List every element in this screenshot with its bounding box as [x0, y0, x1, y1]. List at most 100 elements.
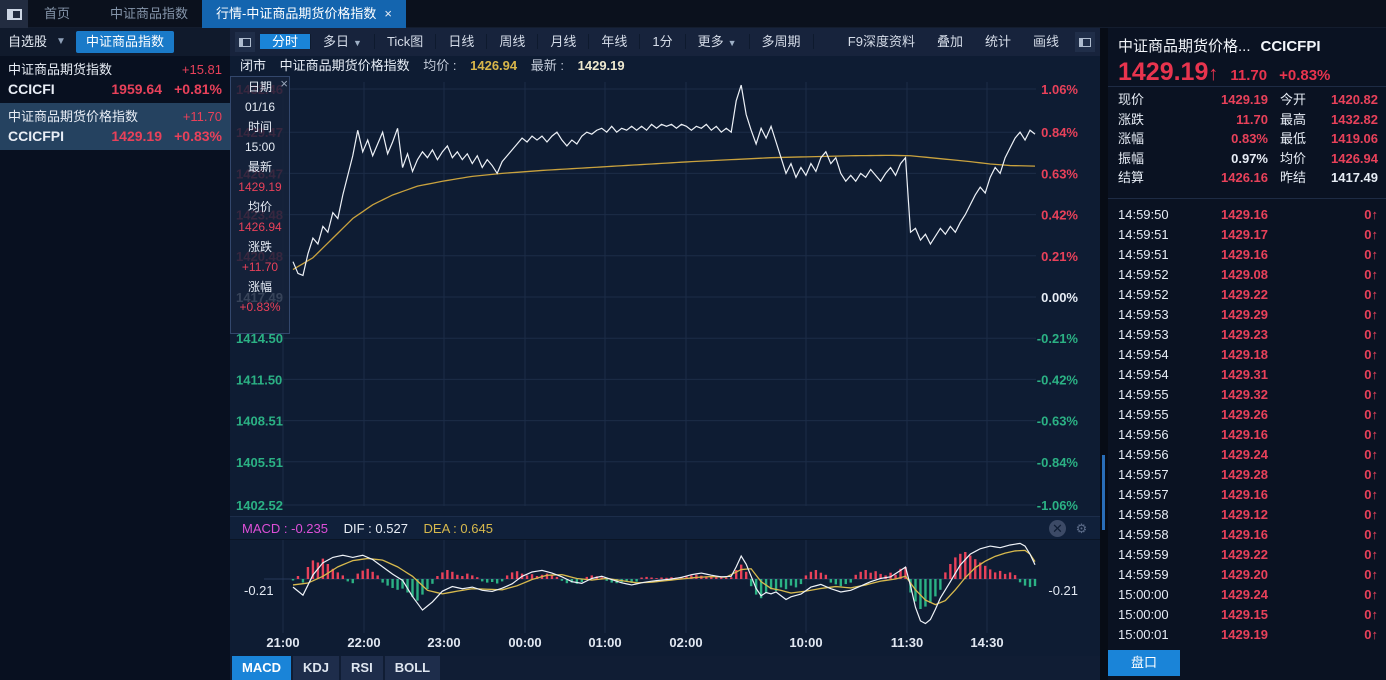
trade-time: 14:59:52 — [1118, 267, 1169, 282]
price-chart-svg[interactable]: 1432.461.06%1429.470.84%1426.470.63%1423… — [230, 76, 1100, 512]
trade-time: 14:59:58 — [1118, 507, 1169, 522]
time-tick: 22:00 — [347, 635, 381, 650]
chevron-down-icon: ▼ — [353, 37, 362, 48]
macd-histogram-bar — [296, 576, 300, 579]
macd-histogram-bar — [481, 579, 484, 582]
macd-histogram-bar — [585, 576, 589, 579]
toolbar-更多[interactable]: 更多 ▼ — [685, 33, 750, 49]
up-arrow-icon: ↑ — [1371, 307, 1379, 322]
watchlist-item-CCICFPI[interactable]: 中证商品期货价格指数 +11.70 CCICFPI 1429.19 +0.83% — [0, 103, 230, 150]
macd-histogram-bar — [939, 579, 942, 590]
macd-histogram-bar — [1003, 573, 1007, 579]
trade-row: 14:59:56 1429.24 0↑ — [1108, 445, 1386, 465]
time-and-sales-list[interactable]: 14:59:50 1429.16 0↑ 14:59:51 1429.17 0↑ 14:59:… — [1108, 205, 1386, 645]
macd-histogram-bar — [720, 577, 723, 579]
tooltip-close-icon[interactable]: × — [280, 76, 288, 91]
chevron-down-icon[interactable]: ▼ — [56, 28, 66, 56]
stat-label: 现价 — [1118, 92, 1145, 107]
collapse-left-icon[interactable] — [235, 32, 255, 52]
trade-row: 14:59:58 1429.16 0↑ — [1108, 525, 1386, 545]
chart-panel: 分时 多日 ▼ Tick图 日线 周线 月线 年线 1分 更多 ▼ 多周期 F9深度资料 叠加 统计 画线 … — [230, 28, 1100, 680]
trade-time: 14:59:57 — [1118, 467, 1169, 482]
toolbar-月线[interactable]: 月线 — [538, 33, 590, 49]
macd-histogram-bar — [500, 579, 504, 582]
macd-histogram-bar — [794, 579, 798, 588]
toolbar-多周期[interactable]: 多周期 — [749, 33, 814, 49]
collapse-right-icon[interactable] — [1075, 32, 1095, 52]
macd-histogram-bar — [386, 579, 389, 586]
macd-histogram-bar — [446, 570, 449, 579]
indicator-tab-MACD[interactable]: MACD — [232, 656, 291, 680]
trade-row: 14:59:55 1429.26 0↑ — [1108, 405, 1386, 425]
toolbar-周线[interactable]: 周线 — [487, 33, 539, 49]
trade-row: 14:59:57 1429.28 0↑ — [1108, 465, 1386, 485]
macd-histogram-bar — [984, 565, 987, 579]
up-arrow-icon: ↑ — [1371, 287, 1379, 302]
tab-close-icon[interactable]: × — [384, 6, 392, 21]
toolbar-日线[interactable]: 日线 — [436, 33, 488, 49]
tooltip-row: 时间 — [247, 120, 272, 134]
indicator-close-icon[interactable]: ✕ — [1049, 520, 1066, 537]
macd-histogram-bar — [461, 576, 464, 579]
toolbar-Tick图[interactable]: Tick图 — [374, 33, 437, 49]
tab-csi-commodity-index[interactable]: 中证商品指数 — [96, 0, 202, 28]
macd-histogram-bar — [560, 579, 564, 581]
trade-volume: 0↑ — [1364, 367, 1378, 382]
indicator-tabs: MACD KDJ RSI BOLL — [230, 656, 1100, 680]
toolbar-年线[interactable]: 年线 — [589, 33, 641, 49]
trade-row: 14:59:53 1429.23 0↑ — [1108, 325, 1386, 345]
toolbar-多日[interactable]: 多日 ▼ — [311, 33, 375, 49]
macd-chart-svg[interactable]: -0.21 -0.21 — [230, 540, 1100, 633]
tab-home[interactable]: 首页 — [30, 0, 84, 28]
trade-time: 14:59:55 — [1118, 407, 1169, 422]
tooltip-row: 涨幅 — [247, 280, 272, 294]
toolbar-分时[interactable]: 分时 — [260, 33, 312, 49]
macd-histogram-bar — [640, 577, 643, 579]
toolbar-F9深度资料[interactable]: F9深度资料 — [837, 34, 926, 49]
toolbar-画线[interactable]: 画线 — [1022, 34, 1070, 49]
market-status: 闭市 — [240, 58, 267, 73]
trade-price: 1429.22 — [1221, 287, 1268, 302]
scrollbar-thumb[interactable] — [1102, 455, 1105, 530]
panel-divider[interactable] — [1100, 28, 1108, 680]
toolbar-统计[interactable]: 统计 — [974, 34, 1022, 49]
macd-histogram-bar — [441, 572, 444, 579]
up-arrow-icon: ↑ — [1371, 347, 1379, 362]
up-arrow-icon: ↑ — [1371, 427, 1379, 442]
trade-volume: 0↑ — [1364, 547, 1378, 562]
indicator-tab-KDJ[interactable]: KDJ — [293, 656, 340, 680]
quote-title: 中证商品期货价格... CCICFPI — [1118, 35, 1321, 56]
trade-price: 1429.16 — [1221, 247, 1268, 262]
price-chart-area[interactable]: 1432.461.06%1429.470.84%1426.470.63%1423… — [230, 76, 1100, 512]
indicator-tab-BOLL[interactable]: BOLL — [384, 656, 441, 680]
macd-histogram-bar — [545, 573, 549, 579]
macd-indicator-bar: MACD : -0.235 DIF : 0.527 DEA : 0.645 ✕ … — [230, 516, 1100, 540]
macd-histogram-bar — [749, 579, 753, 587]
time-tick: 14:30 — [970, 635, 1004, 650]
tooltip-row: 1429.19 — [238, 180, 282, 194]
gear-icon[interactable]: ⚙ — [1073, 520, 1090, 537]
toolbar-1分[interactable]: 1分 — [640, 33, 686, 49]
watchlist-group-button[interactable]: 中证商品指数 — [76, 31, 175, 53]
watchlist-group-label[interactable]: 自选股 — [8, 28, 47, 56]
trade-time: 14:59:55 — [1118, 387, 1169, 402]
stat-value: 1419.06 — [1331, 131, 1378, 146]
tab-quote-label: 行情-中证商品期货价格指数 — [216, 6, 377, 21]
trade-time: 14:59:53 — [1118, 307, 1169, 322]
trade-time: 15:00:00 — [1118, 587, 1169, 602]
pankou-button[interactable]: 盘口 — [1108, 650, 1180, 676]
trade-row: 14:59:53 1429.29 0↑ — [1108, 305, 1386, 325]
macd-histogram-bar — [326, 564, 330, 579]
quote-price-row: 1429.19↑ 11.70 +0.83% — [1118, 58, 1330, 86]
indicator-tab-RSI[interactable]: RSI — [341, 656, 383, 680]
toolbar-叠加[interactable]: 叠加 — [926, 34, 974, 49]
pct-axis-label: 0.00% — [1041, 290, 1078, 305]
macd-histogram-bar — [784, 579, 788, 590]
macd-histogram-bar — [944, 572, 947, 579]
macd-histogram-bar — [924, 579, 927, 607]
instrument-pct: +0.81% — [174, 81, 222, 97]
trade-price: 1429.28 — [1221, 467, 1268, 482]
watchlist-item-CCICFI[interactable]: 中证商品期货指数 +15.81 CCICFI 1959.64 +0.81% — [0, 56, 230, 103]
tab-quote-active[interactable]: 行情-中证商品期货价格指数 × — [202, 0, 406, 28]
panel-toggle-icon[interactable] — [0, 0, 28, 28]
